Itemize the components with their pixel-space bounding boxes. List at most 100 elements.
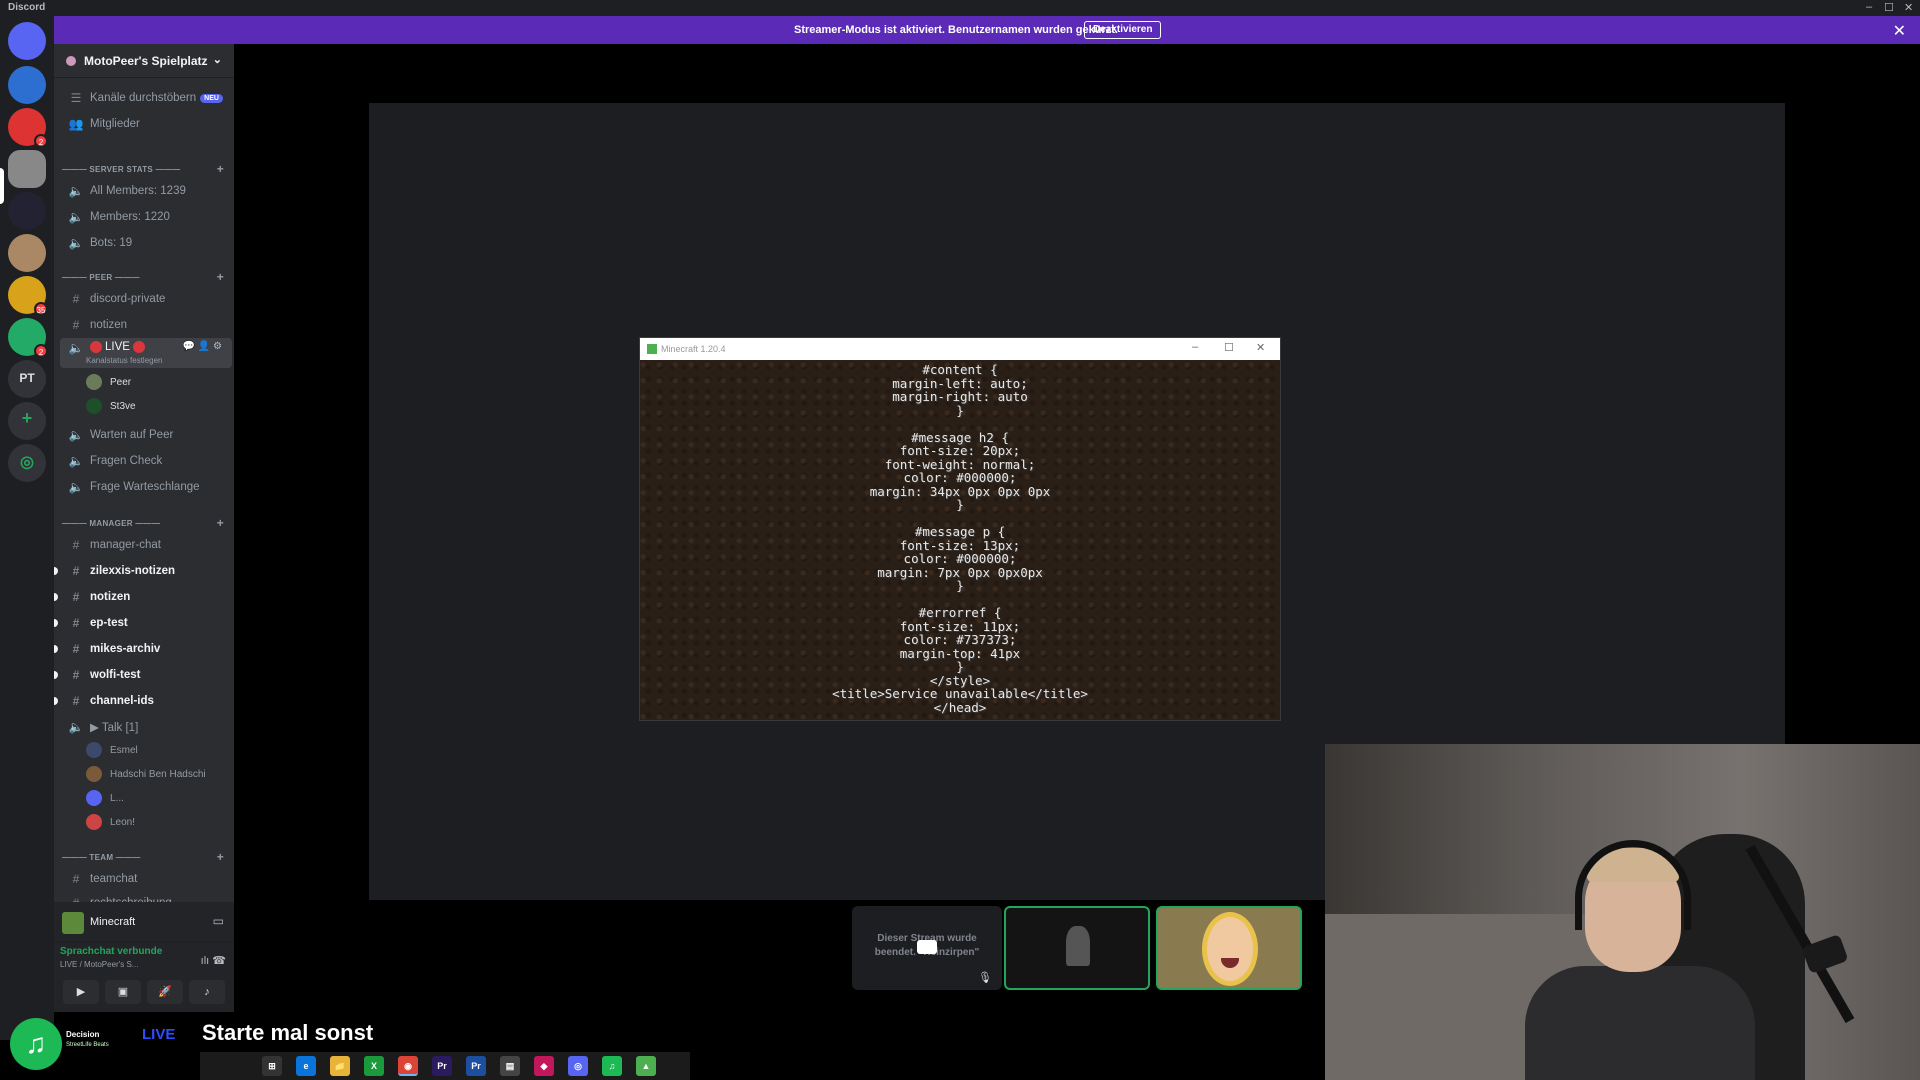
server-icon-1[interactable] xyxy=(8,66,46,104)
channel-action-icons[interactable]: 💬 👤 ⚙ xyxy=(183,341,222,352)
banner-close-icon[interactable]: ✕ xyxy=(1893,21,1906,41)
channel-manager-chat[interactable]: # manager-chat xyxy=(60,534,232,556)
channel-teamchat[interactable]: # teamchat xyxy=(60,868,232,890)
voice-user[interactable]: L... xyxy=(86,788,124,808)
server-icon-2[interactable]: 2 xyxy=(8,108,48,148)
channel-channel-ids[interactable]: # channel-ids xyxy=(54,690,232,712)
channel-fragen-check[interactable]: 🔈 Fragen Check xyxy=(60,450,232,472)
voice-user[interactable]: Leon! xyxy=(86,812,135,832)
add-channel-icon[interactable]: + xyxy=(217,850,224,864)
discover-icon[interactable]: ◎ xyxy=(8,444,46,482)
server-icon-active[interactable] xyxy=(8,150,46,188)
avatar xyxy=(86,814,102,830)
avatar xyxy=(86,742,102,758)
participant-tile[interactable] xyxy=(1004,906,1150,990)
taskbar-app-icon[interactable]: e xyxy=(296,1056,316,1076)
taskbar-app-icon[interactable]: X xyxy=(364,1056,384,1076)
server-icon-6[interactable]: 2 xyxy=(8,318,48,358)
server-icon-4[interactable] xyxy=(8,234,46,272)
voice-user[interactable]: Hadschi Ben Hadschi xyxy=(86,764,206,784)
camera-off-icon[interactable]: ▶ xyxy=(63,980,99,1004)
avatar xyxy=(86,766,102,782)
channel-partial[interactable]: #rechtschreibung xyxy=(60,892,232,902)
voice-channel-name[interactable]: LIVE / MotoPeer's S... xyxy=(60,960,138,969)
hash-icon: # xyxy=(72,590,80,604)
channel-notizen[interactable]: # notizen xyxy=(60,314,232,336)
add-channel-icon[interactable]: + xyxy=(217,516,224,530)
minimize-button[interactable]: – xyxy=(1866,1,1872,13)
channel-warten[interactable]: 🔈 Warten auf Peer xyxy=(60,424,232,446)
category-team[interactable]: ——— TEAM ——— + xyxy=(54,850,234,866)
maximize-button[interactable]: ☐ xyxy=(1224,341,1234,354)
channel-talk[interactable]: 🔈 ▶ Talk [1] xyxy=(60,716,232,738)
channel-notizen-2[interactable]: # notizen xyxy=(54,586,232,608)
screen-share-icon[interactable]: ▭ xyxy=(213,914,224,928)
activity-icon[interactable]: 🚀 xyxy=(147,980,183,1004)
server-icon-3[interactable] xyxy=(8,192,46,230)
ended-stream-tile[interactable]: Dieser Stream wurde beendet. "Reinzirpen… xyxy=(852,906,1002,990)
taskbar-app-icon[interactable]: ⊞ xyxy=(262,1056,282,1076)
share-screen-icon[interactable]: ▣ xyxy=(105,980,141,1004)
channel-warteschlange[interactable]: 🔈 Frage Warteschlange xyxy=(60,476,232,498)
activity-row[interactable]: Minecraft ▭ xyxy=(54,902,234,942)
banner-text: Streamer-Modus ist aktiviert. Benutzerna… xyxy=(794,24,1118,36)
channel-status[interactable]: Kanalstatus festlegen xyxy=(86,356,163,365)
members-link[interactable]: 👥 Mitglieder xyxy=(60,113,232,135)
category-manager[interactable]: ——— MANAGER ——— + xyxy=(54,516,234,532)
hash-icon: # xyxy=(72,668,80,682)
discord-home-icon[interactable] xyxy=(8,22,46,60)
channel-bots[interactable]: 🔈 Bots: 19 xyxy=(60,232,232,254)
participant-tile[interactable] xyxy=(1156,906,1302,990)
taskbar-app-icon[interactable]: ◎ xyxy=(568,1056,588,1076)
channel-ep-test[interactable]: # ep-test xyxy=(54,612,232,634)
taskbar: ⊞ e 📁 X ◉ Pr Pr ▤ ◆ ◎ ♫ ▲ xyxy=(250,1052,690,1080)
voice-user[interactable]: St3ve xyxy=(86,396,136,416)
taskbar-app-icon[interactable]: ▲ xyxy=(636,1056,656,1076)
add-channel-icon[interactable]: + xyxy=(217,270,224,284)
category-peer[interactable]: ——— PEER ——— + xyxy=(54,270,234,286)
speaker-icon: 🔈 xyxy=(68,184,84,198)
hash-icon: # xyxy=(72,616,80,630)
taskbar-app-icon[interactable]: ◆ xyxy=(534,1056,554,1076)
add-channel-icon[interactable]: + xyxy=(217,162,224,176)
add-server-icon[interactable]: + xyxy=(8,402,46,440)
voice-controls[interactable]: ılı ☎ xyxy=(201,954,226,967)
server-list: 2 35 2 PT + ◎ xyxy=(0,16,54,1040)
minecraft-window[interactable]: Minecraft 1.20.4 – ☐ ✕ #content {margin-… xyxy=(639,337,1281,721)
now-playing-artist: StreetLife Beats xyxy=(66,1042,109,1048)
taskbar-app-icon[interactable]: ♫ xyxy=(602,1056,622,1076)
category-server-stats[interactable]: ——— SERVER STATS ——— + xyxy=(54,162,234,178)
channel-discord-private[interactable]: # discord-private xyxy=(60,288,232,310)
server-icon-5[interactable]: 35 xyxy=(8,276,48,316)
close-button[interactable]: ✕ xyxy=(1256,341,1265,354)
voice-user[interactable]: Esmel xyxy=(86,740,138,760)
channel-members[interactable]: 🔈 Members: 1220 xyxy=(60,206,232,228)
browse-channels[interactable]: ☰ Kanäle durchstöbern NEU xyxy=(60,87,232,109)
close-button[interactable]: ✕ xyxy=(1904,1,1913,14)
minecraft-title: Minecraft 1.20.4 xyxy=(661,344,726,354)
maximize-button[interactable]: ☐ xyxy=(1884,1,1894,14)
server-icon-pt[interactable]: PT xyxy=(8,360,46,398)
mic-icon: 🎙 xyxy=(978,972,992,984)
channel-all-members[interactable]: 🔈 All Members: 1239 xyxy=(60,180,232,202)
voice-user[interactable]: Peer xyxy=(86,372,131,392)
taskbar-app-icon[interactable]: Pr xyxy=(466,1056,486,1076)
guild-header[interactable]: MotoPeer's Spielplatz ⌄ xyxy=(54,44,234,78)
taskbar-app-icon[interactable]: Pr xyxy=(432,1056,452,1076)
channel-zilexxis[interactable]: # zilexxis-notizen xyxy=(54,560,232,582)
new-badge: NEU xyxy=(200,93,223,103)
taskbar-app-icon[interactable]: 📁 xyxy=(330,1056,350,1076)
deactivate-button[interactable]: Deaktivieren xyxy=(1084,21,1162,39)
minimize-button[interactable]: – xyxy=(1192,341,1198,353)
channel-wolfi-test[interactable]: # wolfi-test xyxy=(54,664,232,686)
minecraft-icon xyxy=(62,912,84,934)
camera-icon xyxy=(917,940,937,954)
taskbar-app-icon[interactable]: ▤ xyxy=(500,1056,520,1076)
speaker-icon: 🔈 xyxy=(68,720,84,734)
taskbar-app-icon[interactable]: ◉ xyxy=(398,1056,418,1076)
avatar xyxy=(86,398,102,414)
channel-mikes-archiv[interactable]: # mikes-archiv xyxy=(54,638,232,660)
chevron-down-icon[interactable]: ⌄ xyxy=(213,53,222,66)
speaker-icon: 🔈 xyxy=(68,236,84,250)
soundboard-icon[interactable]: ♪ xyxy=(189,980,225,1004)
